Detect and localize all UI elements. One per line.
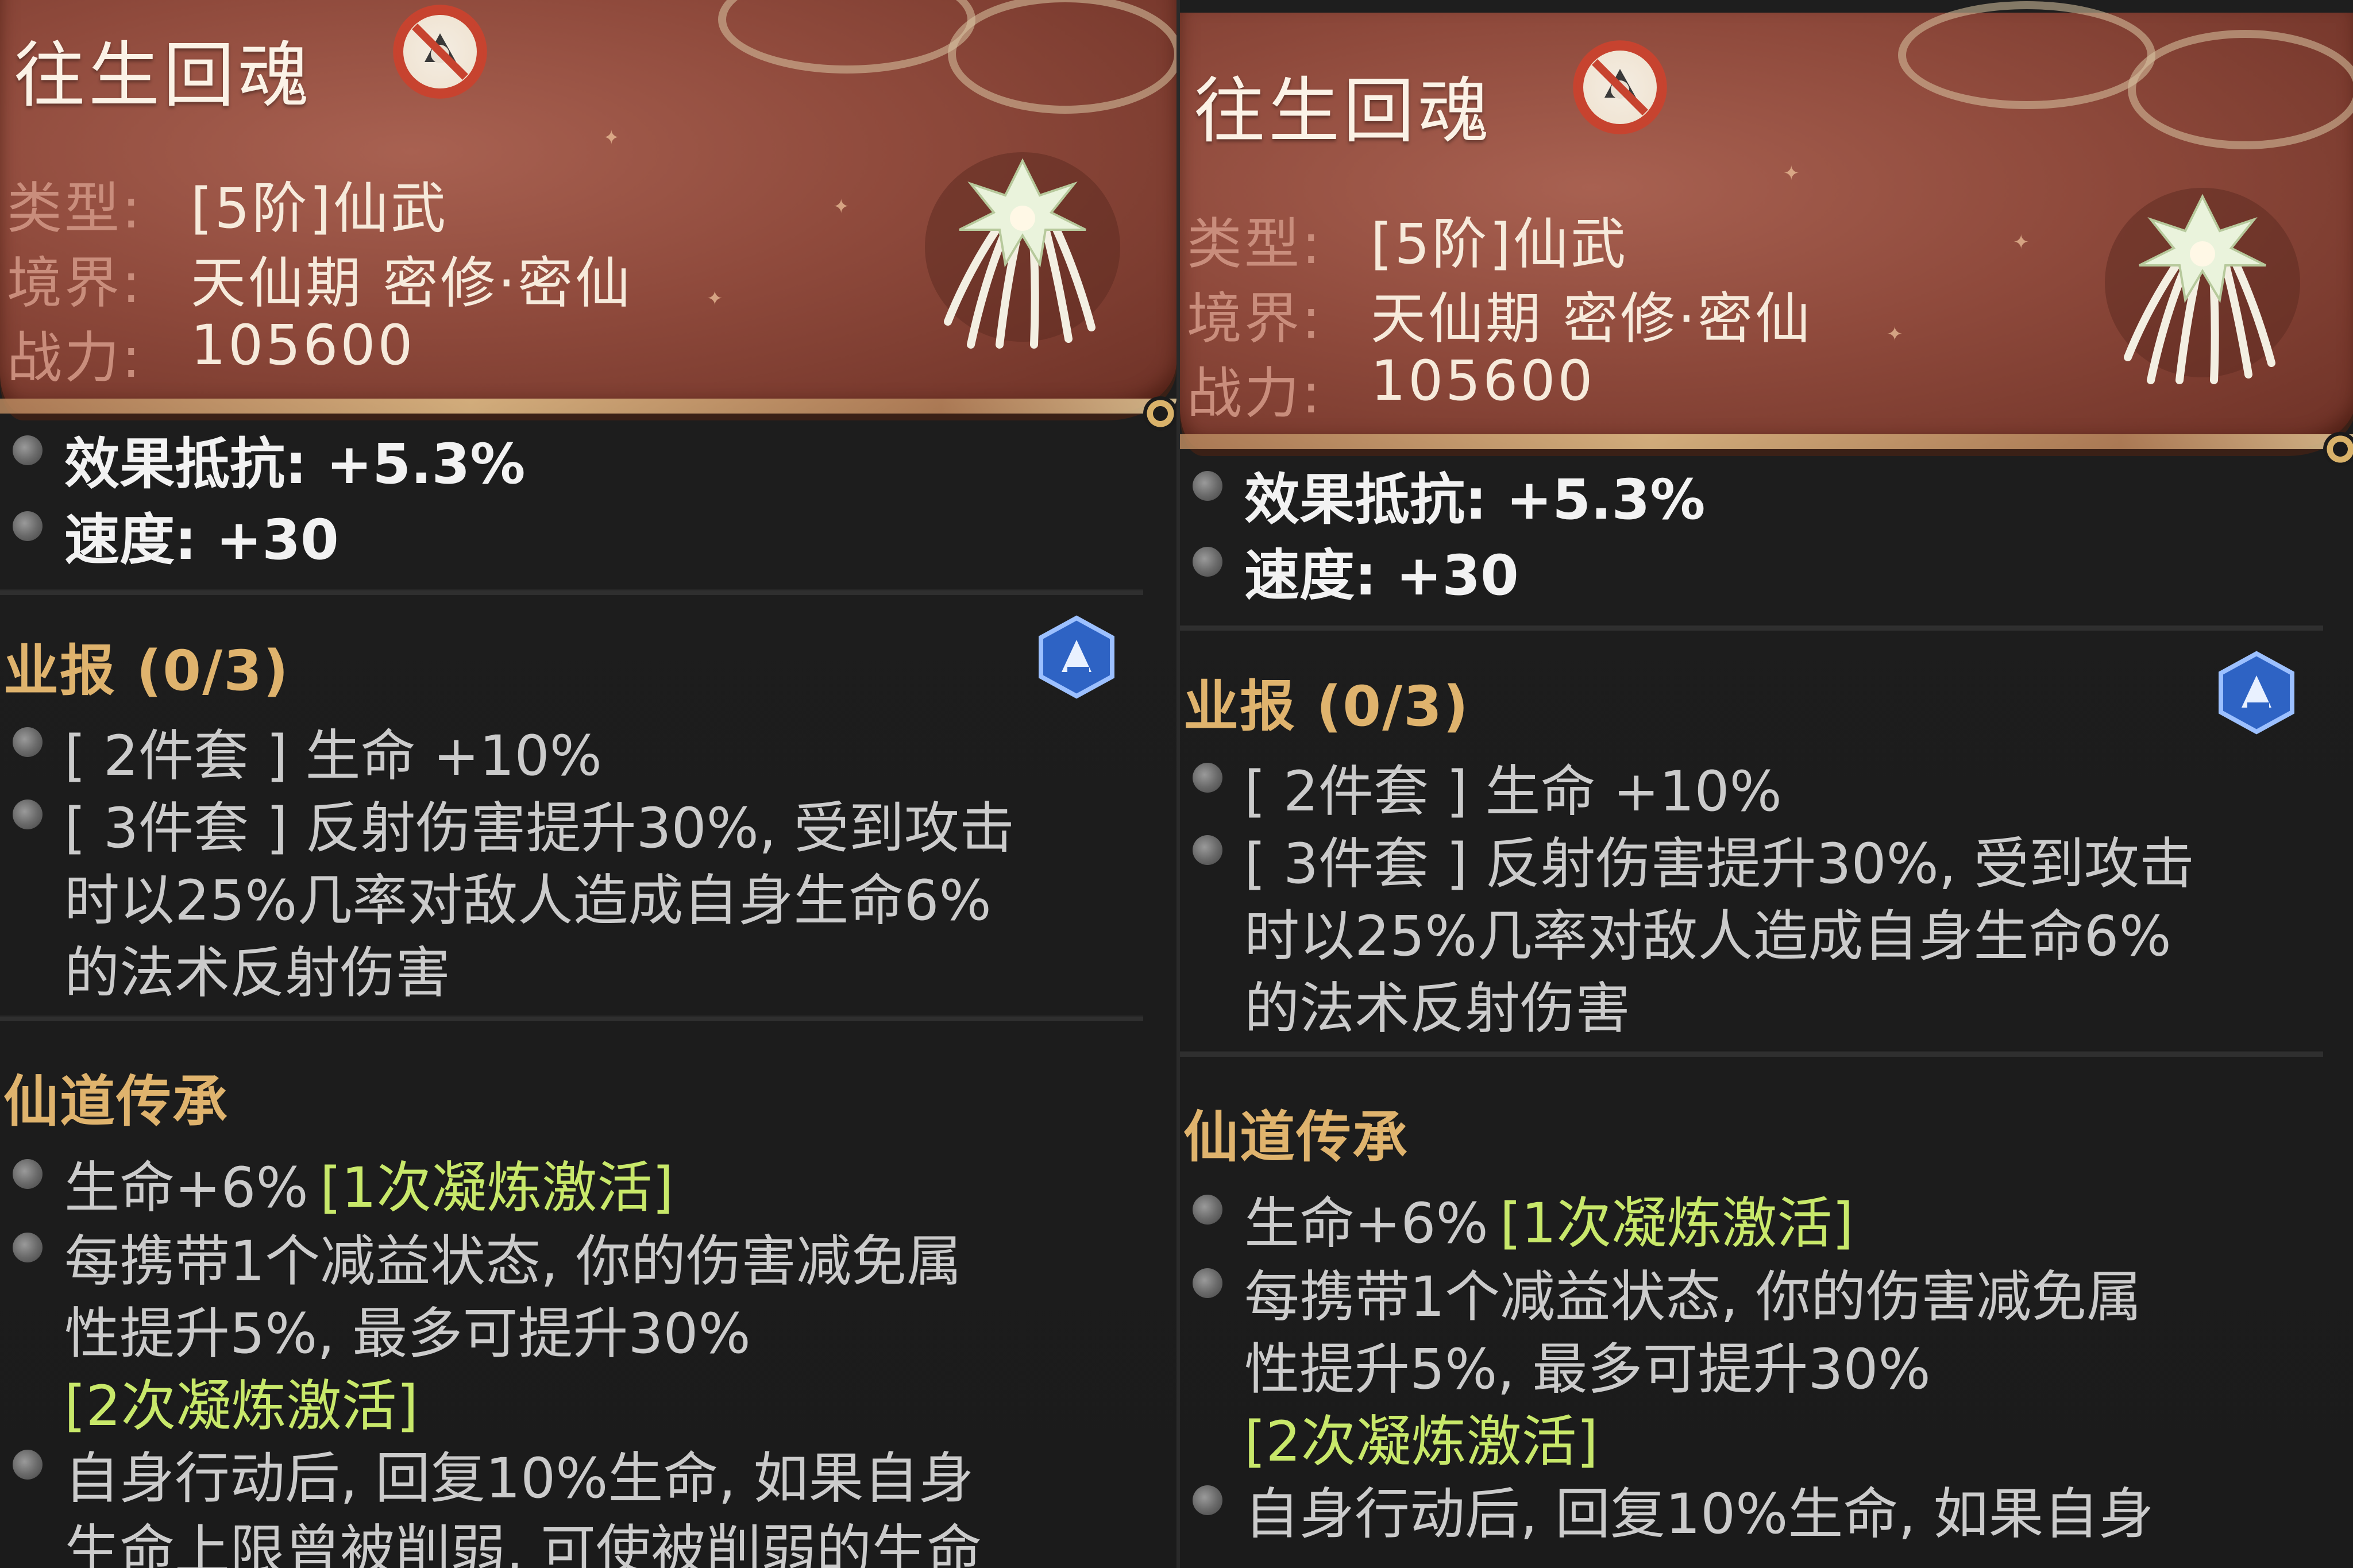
- grey-bullet-icon: [13, 511, 43, 541]
- karma-set3-line3: 的法术反射伤害: [1244, 976, 1630, 1041]
- grey-bullet-icon: [13, 1159, 43, 1189]
- activate-tag: [2次凝炼激活]: [64, 1374, 418, 1438]
- item-type-row: 类型: [5阶]仙武: [1187, 199, 1626, 279]
- inheritance-item2-line2: 性提升5%, 最多可提升30%: [1244, 1337, 1931, 1401]
- section-divider: [0, 1017, 1143, 1021]
- header-ornament: [948, 0, 1176, 114]
- inheritance-item2-line1: 每携带1个减益状态, 你的伤害减免属: [64, 1229, 962, 1293]
- inheritance-section-title: 仙道传承: [3, 1069, 229, 1134]
- blue-karma-badge-icon[interactable]: [1034, 615, 1119, 700]
- no-trade-seal-icon: [393, 5, 487, 99]
- item-power-row: 战力: 105600: [1187, 349, 1592, 428]
- grey-bullet-icon: [13, 727, 43, 757]
- inheritance-item1-text: 生命+6%: [64, 1156, 308, 1220]
- inheritance-item2-line2: 性提升5%, 最多可提升30%: [64, 1301, 751, 1366]
- white-crest-weapon-icon: [2105, 188, 2300, 384]
- sparkle-icon: ✦: [1783, 162, 1800, 185]
- activate-tag: [1次凝炼激活]: [319, 1156, 674, 1220]
- karma-set2-text: [ 2件套 ] 生命 +10%: [64, 724, 602, 788]
- realm-label: 境界:: [1187, 287, 1323, 351]
- grey-bullet-icon: [13, 800, 43, 829]
- stat-text: 速度: +30: [64, 508, 339, 572]
- karma-set3-line1: [ 3件套 ] 反射伤害提升30%, 受到攻击: [64, 796, 1015, 860]
- grey-bullet-icon: [1193, 471, 1222, 501]
- inheritance-item3-line2: 生命上限曾被削弱, 可使被削弱的生命: [64, 1519, 982, 1568]
- power-value: 105600: [191, 313, 415, 377]
- karma-set2-text: [ 2件套 ] 生命 +10%: [1244, 759, 1782, 824]
- grey-bullet-icon: [13, 1233, 43, 1262]
- item-type-row: 类型: [5阶]仙武: [7, 164, 446, 244]
- grey-bullet-icon: [1193, 1485, 1222, 1515]
- grey-bullet-icon: [1193, 1268, 1222, 1298]
- karma-set3-line3: 的法术反射伤害: [64, 941, 450, 1005]
- sparkle-icon: ✦: [2013, 231, 2030, 254]
- stat-text: 效果抵抗: +5.3%: [1244, 468, 1706, 532]
- no-trade-seal-icon: [1573, 40, 1667, 134]
- grey-bullet-icon: [1193, 547, 1222, 577]
- karma-section-title: 业报 (0/3): [3, 639, 290, 703]
- frame-knob: [1143, 396, 1176, 431]
- sparkle-icon: ✦: [707, 287, 723, 310]
- stat-text: 效果抵抗: +5.3%: [64, 432, 526, 496]
- item-power-row: 战力: 105600: [7, 313, 412, 393]
- item-name: 往生回魂: [1194, 70, 1493, 153]
- section-divider: [0, 590, 1143, 595]
- section-divider: [1180, 626, 2323, 631]
- power-label: 战力:: [7, 326, 143, 390]
- white-crest-weapon-icon: [925, 152, 1120, 349]
- karma-set3-line1: [ 3件套 ] 反射伤害提升30%, 受到攻击: [1244, 832, 2194, 896]
- sparkle-icon: ✦: [603, 126, 620, 149]
- type-value: [5阶]仙武: [1371, 212, 1628, 276]
- activate-tag: [1次凝炼激活]: [1499, 1191, 1854, 1256]
- realm-value: 天仙期 密修·密仙: [1371, 287, 1813, 351]
- grey-bullet-icon: [1193, 1195, 1222, 1225]
- item-realm-row: 境界: 天仙期 密修·密仙: [7, 238, 630, 318]
- inheritance-item3-line1: 自身行动后, 回复10%生命, 如果自身: [1244, 1482, 2154, 1546]
- karma-section-title: 业报 (0/3): [1183, 674, 1469, 739]
- inheritance-item2-line1: 每携带1个减益状态, 你的伤害减免属: [1244, 1265, 2142, 1329]
- item-tooltip-panel-right: ✦ ✦ ✦ 往生回魂 类型: [5阶]仙武 境界: 天仙期 密修·密仙 战力: …: [1176, 0, 2353, 1568]
- grey-bullet-icon: [1193, 763, 1222, 793]
- sparkle-icon: ✦: [833, 195, 850, 218]
- type-label: 类型:: [1187, 212, 1323, 276]
- inheritance-item1-text: 生命+6%: [1244, 1191, 1488, 1256]
- type-label: 类型:: [7, 176, 143, 241]
- blue-karma-badge-icon[interactable]: [2214, 650, 2299, 735]
- grey-bullet-icon: [13, 435, 43, 465]
- item-name: 往生回魂: [14, 34, 313, 117]
- inheritance-section-title: 仙道传承: [1183, 1105, 1409, 1169]
- grey-bullet-icon: [1193, 835, 1222, 865]
- type-value: [5阶]仙武: [191, 176, 448, 241]
- frame-knob: [2323, 432, 2353, 466]
- realm-label: 境界:: [7, 251, 143, 315]
- inheritance-item3-line1: 自身行动后, 回复10%生命, 如果自身: [64, 1446, 974, 1511]
- item-tooltip-panel-left: ✦ ✦ ✦ 往生回魂 类型: [5阶]仙武 境界: 天仙期 密修·密仙 战力: …: [0, 0, 1176, 1568]
- section-divider: [1180, 1052, 2323, 1057]
- grey-bullet-icon: [13, 1450, 43, 1480]
- item-realm-row: 境界: 天仙期 密修·密仙: [1187, 274, 1810, 354]
- realm-value: 天仙期 密修·密仙: [191, 251, 633, 315]
- power-value: 105600: [1371, 349, 1595, 413]
- karma-set3-line2: 时以25%几率对敌人造成自身生命6%: [64, 868, 992, 933]
- karma-set3-line2: 时以25%几率对敌人造成自身生命6%: [1244, 904, 2171, 968]
- header-ornament: [718, 0, 975, 74]
- stat-text: 速度: +30: [1244, 543, 1519, 608]
- activate-tag: [2次凝炼激活]: [1244, 1409, 1598, 1474]
- sparkle-icon: ✦: [1887, 323, 1903, 346]
- header-ornament: [2128, 30, 2353, 149]
- power-label: 战力:: [1187, 361, 1323, 426]
- header-ornament: [1898, 1, 2155, 109]
